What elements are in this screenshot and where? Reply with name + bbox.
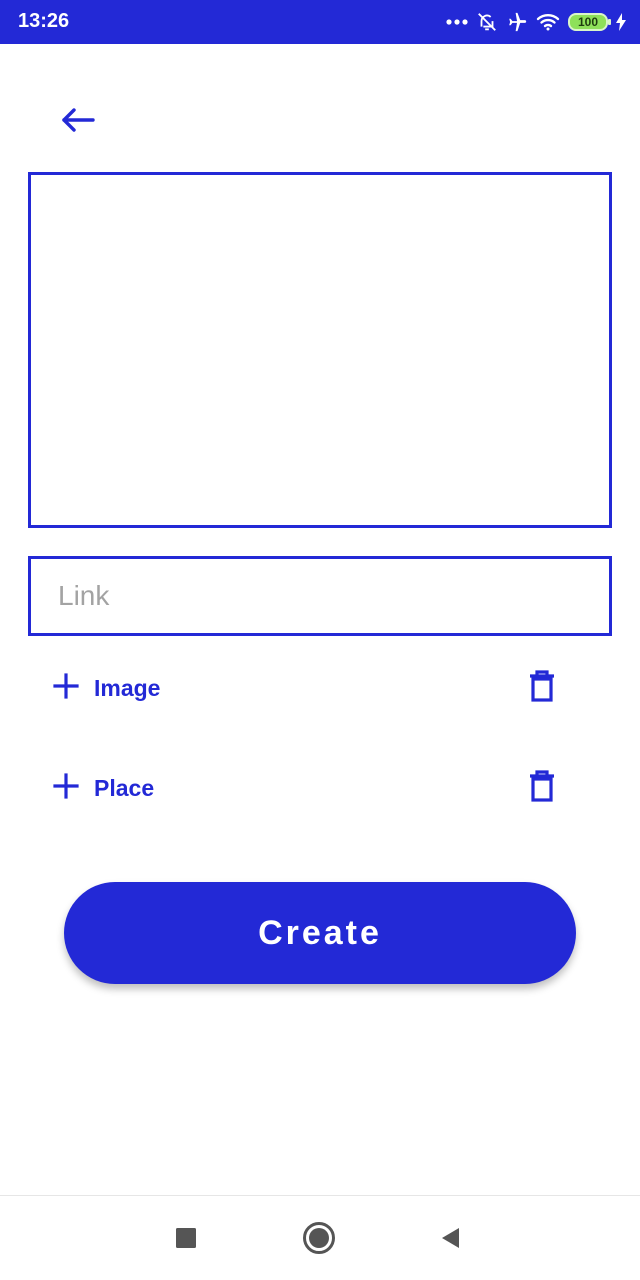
charging-icon [616,13,626,31]
link-input[interactable] [31,559,609,633]
create-button[interactable]: Create [64,882,576,984]
link-field[interactable] [28,556,612,636]
plus-icon [52,672,80,705]
option-label-place: Place [94,774,155,801]
recents-square-icon [175,1227,197,1254]
content-textarea[interactable] [28,172,612,528]
wifi-icon [536,12,560,32]
delete-image-button[interactable] [522,666,562,710]
recents-button[interactable] [162,1216,210,1264]
option-label-image: Image [94,674,161,701]
trash-icon [529,669,555,707]
status-bar: 13:26 100 [0,0,640,44]
bell-off-icon [476,11,498,33]
system-nav-bar [0,1195,640,1280]
more-dots-icon [446,18,468,26]
back-triangle-icon [439,1226,461,1255]
option-row-place: Place [52,764,562,812]
delete-place-button[interactable] [522,766,562,810]
home-button[interactable] [295,1216,343,1264]
plus-icon [52,772,80,805]
add-place-button[interactable]: Place [52,772,154,805]
option-row-image: Image [52,664,562,712]
status-time: 13:26 [18,10,70,32]
home-circle-icon [302,1221,336,1260]
arrow-left-icon [60,106,96,139]
add-image-button[interactable]: Image [52,672,160,705]
trash-icon [529,769,555,807]
status-icons: 100 [446,8,626,36]
airplane-icon [506,11,528,33]
battery-icon: 100 [568,13,611,31]
back-button[interactable] [54,100,102,144]
nav-back-button[interactable] [426,1216,474,1264]
